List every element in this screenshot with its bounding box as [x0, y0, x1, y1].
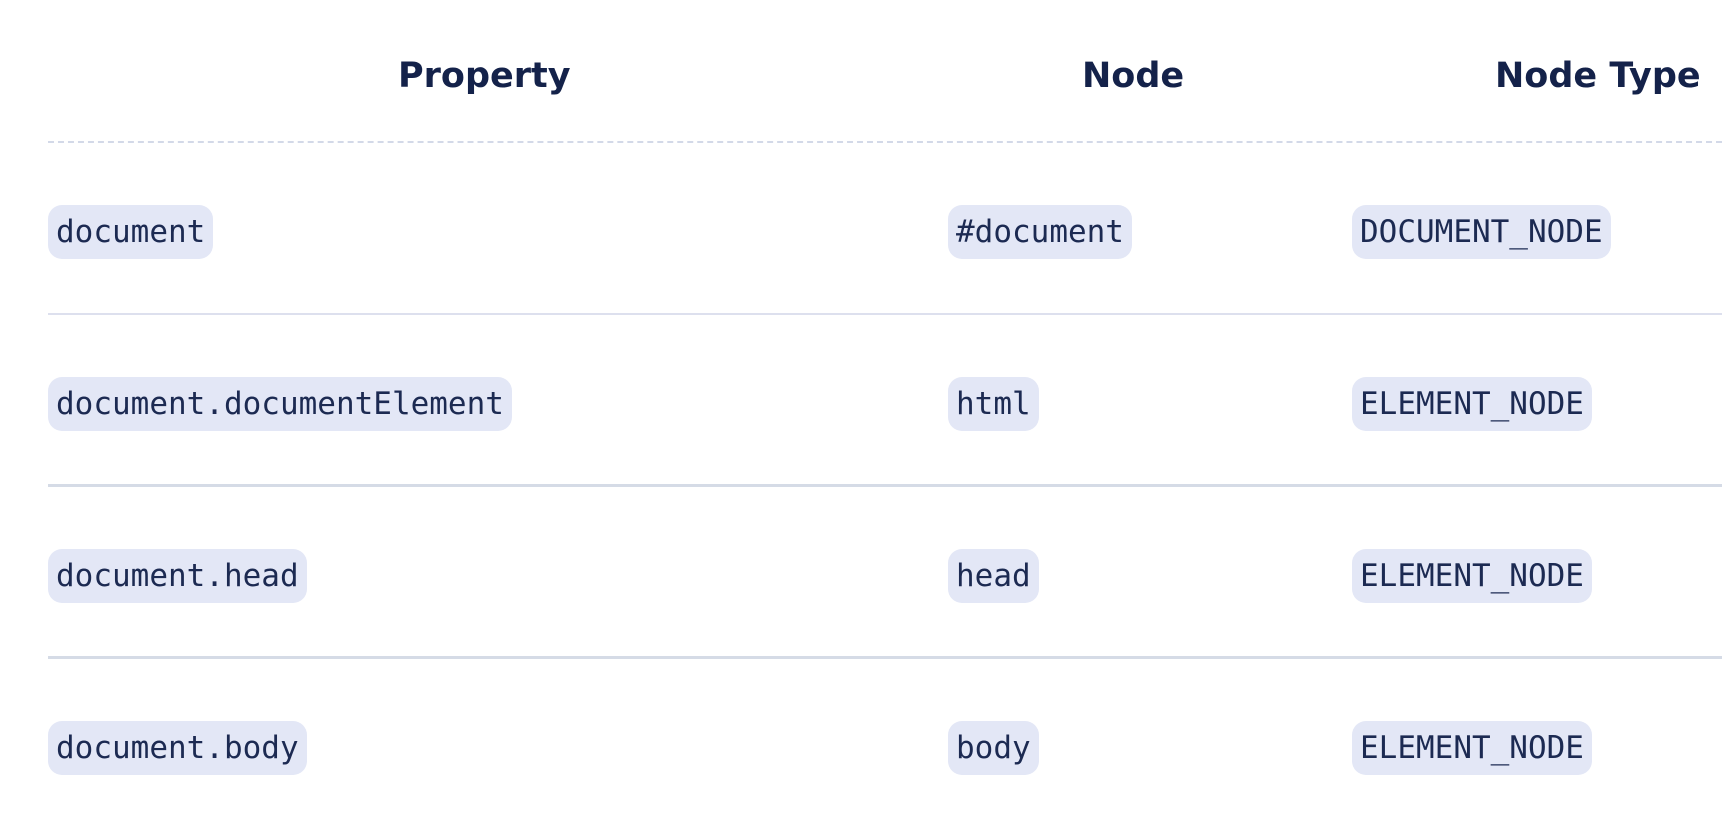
code-node-type: ELEMENT_NODE	[1352, 377, 1592, 431]
column-header-node-type: Node Type	[1495, 56, 1701, 96]
node-cell: html	[948, 377, 1039, 431]
node-cell: #document	[948, 205, 1132, 259]
code-node: #document	[948, 205, 1132, 259]
node-type-cell: ELEMENT_NODE	[1352, 377, 1592, 431]
table-header-row: Property Node Node Type	[48, 0, 1722, 143]
code-node-type: ELEMENT_NODE	[1352, 721, 1592, 775]
node-cell: head	[948, 549, 1039, 603]
code-property: document	[48, 205, 214, 259]
code-node: head	[948, 549, 1039, 603]
code-property: document.body	[48, 721, 307, 775]
table-row: document #document DOCUMENT_NODE	[48, 143, 1722, 315]
code-node: body	[948, 721, 1039, 775]
table-row: document.documentElement html ELEMENT_NO…	[48, 315, 1722, 487]
code-property: document.head	[48, 549, 307, 603]
node-type-cell: ELEMENT_NODE	[1352, 721, 1592, 775]
code-node-type: ELEMENT_NODE	[1352, 549, 1592, 603]
column-header-property: Property	[398, 56, 571, 96]
property-cell: document	[48, 205, 214, 259]
dom-properties-table: Property Node Node Type document #docume…	[48, 0, 1722, 831]
property-cell: document.head	[48, 549, 307, 603]
code-node-type: DOCUMENT_NODE	[1352, 205, 1611, 259]
node-type-cell: DOCUMENT_NODE	[1352, 205, 1611, 259]
node-type-cell: ELEMENT_NODE	[1352, 549, 1592, 603]
property-cell: document.documentElement	[48, 377, 512, 431]
code-property: document.documentElement	[48, 377, 512, 431]
column-header-node: Node	[1082, 56, 1185, 96]
property-cell: document.body	[48, 721, 307, 775]
node-cell: body	[948, 721, 1039, 775]
table-row: document.head head ELEMENT_NODE	[48, 487, 1722, 659]
code-node: html	[948, 377, 1039, 431]
table-row: document.body body ELEMENT_NODE	[48, 659, 1722, 831]
